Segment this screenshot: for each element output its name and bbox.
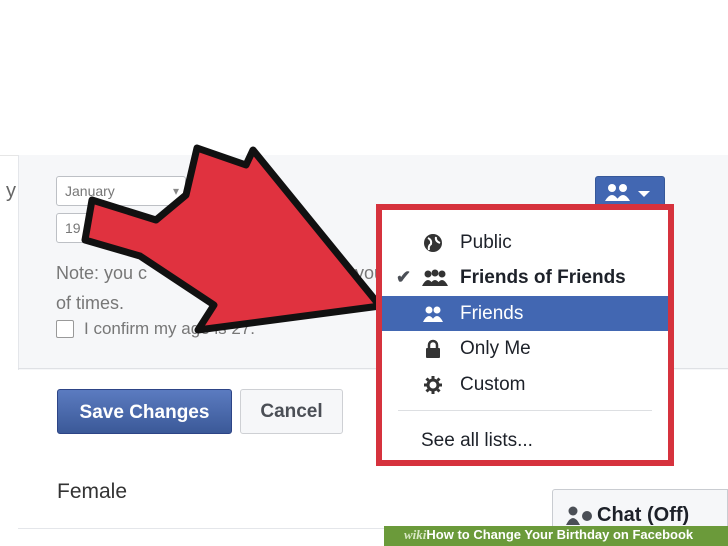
menu-divider <box>398 410 652 411</box>
chevron-down-icon <box>638 191 650 197</box>
save-changes-button[interactable]: Save Changes <box>57 389 232 434</box>
menu-item-label: Custom <box>460 374 526 395</box>
cancel-button[interactable]: Cancel <box>240 389 343 434</box>
audience-dropdown-menu: Public ✔ Friends of Friends Friends Only… <box>376 204 674 466</box>
confirm-age-checkbox[interactable] <box>56 320 74 338</box>
friends-icon <box>423 306 443 322</box>
wiki-logo-text: wiki <box>404 527 427 542</box>
top-blank-area <box>0 0 728 156</box>
menu-item-label: Only Me <box>460 338 531 359</box>
menu-item-label: Friends of Friends <box>460 267 626 288</box>
caption-text: wikiHow to Change Your Birthday on Faceb… <box>404 527 693 543</box>
menu-item-only-me[interactable]: Only Me <box>382 331 668 366</box>
gear-icon <box>424 376 442 394</box>
field-label-fragment: y <box>6 180 16 202</box>
menu-item-custom[interactable]: Custom <box>382 367 668 402</box>
friends-of-friends-icon <box>422 269 448 286</box>
see-all-lists-label: See all lists... <box>421 430 533 451</box>
checkmark-icon: ✔ <box>396 267 412 287</box>
gender-value: Female <box>57 480 128 503</box>
menu-item-label: Friends <box>460 303 524 324</box>
chat-status-icon <box>566 506 592 525</box>
menu-item-public[interactable]: Public <box>382 225 668 260</box>
chat-label: Chat (Off) <box>597 504 690 526</box>
menu-item-label: Public <box>460 232 512 253</box>
menu-item-friends-of-friends[interactable]: ✔ Friends of Friends <box>382 260 668 295</box>
menu-item-friends[interactable]: Friends <box>382 296 668 331</box>
lock-icon <box>426 339 440 358</box>
pointer-arrow <box>81 144 384 334</box>
caption-title: How to Change Your Birthday on Facebook <box>426 527 694 542</box>
see-all-lists-link[interactable]: See all lists... <box>382 423 668 458</box>
globe-icon <box>424 234 442 252</box>
